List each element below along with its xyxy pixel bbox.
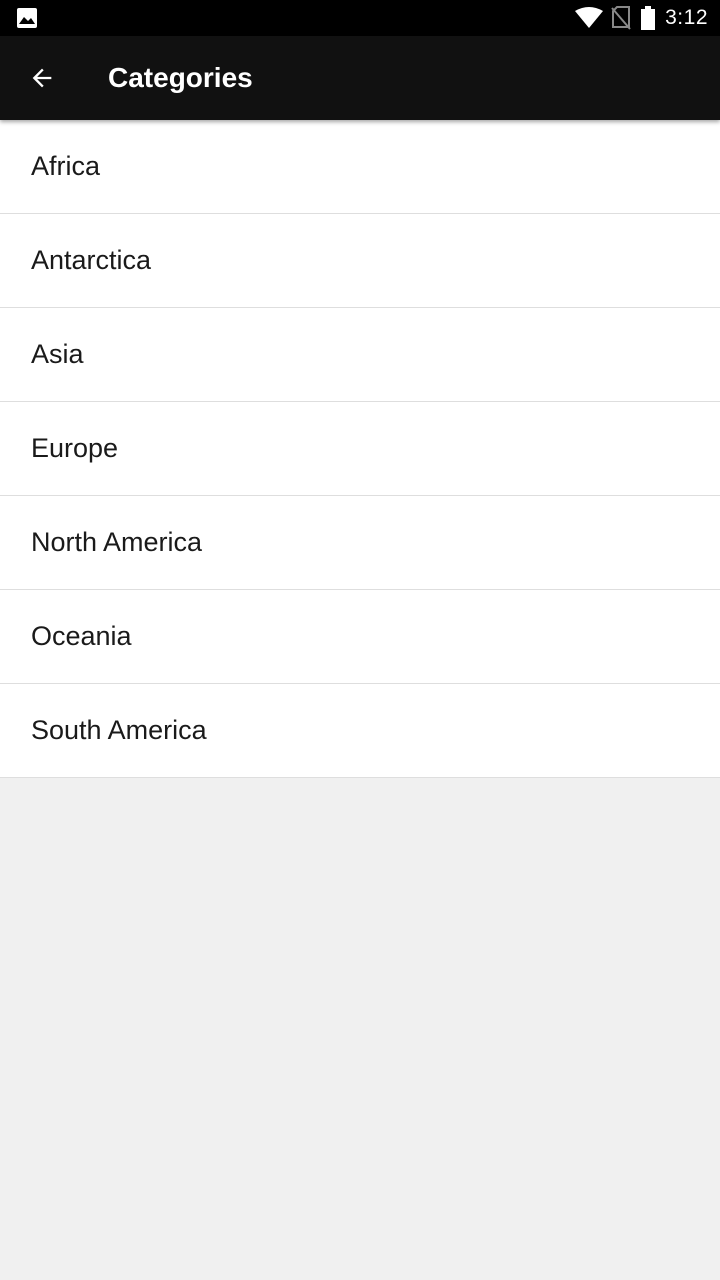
back-button[interactable]: [18, 54, 66, 102]
status-icons: 3:12: [575, 0, 708, 36]
image-notification-icon: [17, 8, 37, 28]
wifi-icon: [575, 7, 604, 28]
status-time: 3:12: [665, 6, 708, 29]
category-item-asia[interactable]: Asia: [0, 308, 720, 402]
status-bar: 3:12: [0, 0, 720, 36]
category-item-north-america[interactable]: North America: [0, 496, 720, 590]
no-sim-icon: [611, 6, 631, 30]
category-item-antarctica[interactable]: Antarctica: [0, 214, 720, 308]
category-item-south-america[interactable]: South America: [0, 684, 720, 778]
battery-icon: [641, 6, 656, 30]
category-item-africa[interactable]: Africa: [0, 120, 720, 214]
category-list: Africa Antarctica Asia Europe North Amer…: [0, 120, 720, 778]
category-item-europe[interactable]: Europe: [0, 402, 720, 496]
app-bar: Categories: [0, 36, 720, 120]
category-item-oceania[interactable]: Oceania: [0, 590, 720, 684]
page-title: Categories: [108, 62, 253, 93]
arrow-back-icon: [32, 68, 52, 88]
